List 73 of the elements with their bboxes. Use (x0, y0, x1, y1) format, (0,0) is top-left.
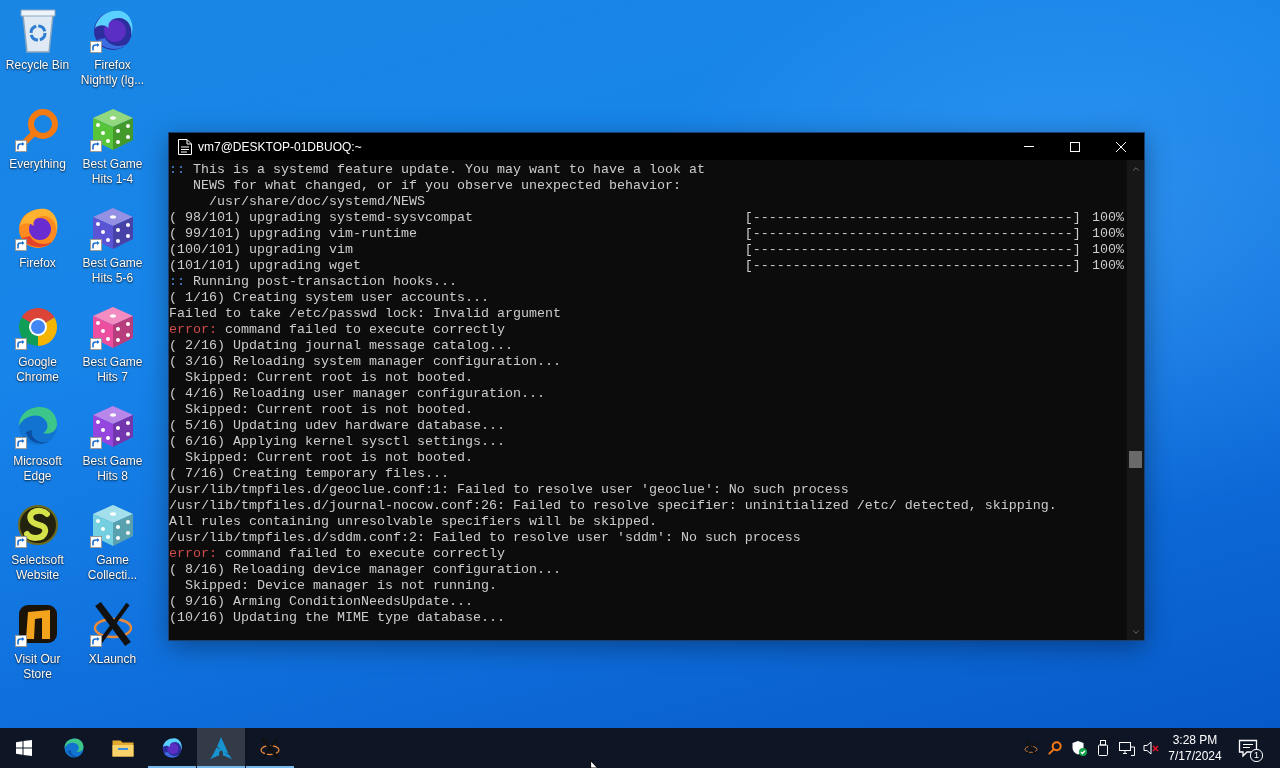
progress-text: [----------------------------------------] (744, 226, 1081, 242)
terminal-line: Skipped: Current root is not booted. (184, 450, 473, 466)
progress-percent: 100% (1091, 210, 1124, 226)
mouse-pointer-icon (590, 760, 600, 768)
terminal-line: ( 3/16) Reloading system manager configuration... (169, 354, 561, 370)
x-logo-icon (1023, 740, 1039, 756)
desktop-shortcut[interactable]: Best Game Hits 5-6 (75, 202, 150, 288)
terminal-line: Skipped: Current root is not booted. (184, 402, 473, 418)
terminal-line: ( 5/16) Updating udev hardware database... (169, 418, 505, 434)
terminal-line: /usr/lib/tmpfiles.d/sddm.conf:2: Failed to resolve user 'sddm': No such process (169, 530, 801, 546)
progress-percent: 100% (1091, 226, 1124, 242)
document-icon (178, 138, 192, 155)
terminal-line: /usr/lib/tmpfiles.d/geoclue.conf:1: Failed to resolve user 'geoclue': No such process (169, 482, 849, 498)
terminal-line: ( 8/16) Reloading device manager configuration... (169, 562, 561, 578)
terminal-line: ( 2/16) Updating journal message catalog... (169, 338, 513, 354)
desktop-shortcut[interactable]: Microsoft Edge (0, 400, 75, 486)
terminal-line: All rules containing unresolvable specifiers will be skipped. (169, 514, 657, 530)
terminal-line: ( 1/16) Creating system user accounts... (169, 290, 489, 306)
x-logo-icon (258, 736, 282, 760)
terminal-line: Skipped: Device manager is not running. (184, 578, 497, 594)
terminal-line: (100/101) upgrading vim (169, 242, 353, 258)
terminal-line: ( 6/16) Applying kernel sysctl settings... (169, 434, 505, 450)
desktop-shortcut[interactable]: Google Chrome (0, 301, 75, 387)
window-title: vm7@DESKTOP-01DBUOQ:~ (198, 139, 362, 154)
usb-drive-icon (1097, 740, 1109, 756)
terminal-line: ( 98/101) upgrading systemd-sysvcompat (169, 210, 473, 226)
progress-text: [----------------------------------------] (744, 242, 1081, 258)
windows-logo-icon (16, 740, 32, 756)
desktop-shortcut[interactable]: Best Game Hits 1-4 (75, 103, 150, 189)
terminal-line: /usr/lib/tmpfiles.d/journal-nocow.conf:26: Failed to resolve specifier: uninitialized /etc/ detected, skipping. (169, 498, 1057, 514)
terminal-line: NEWS for what changed, or if you observe unexpected behavior: (192, 178, 681, 194)
terminal-line: ( 7/16) Creating temporary files... (169, 466, 449, 482)
fox-globe-icon (160, 736, 184, 760)
notification-count-badge: 1 (1250, 749, 1263, 762)
desktop-shortcut[interactable]: Firefox Nightly (lg... (75, 4, 150, 90)
terminal-line: error: command failed to execute correctly (169, 546, 505, 562)
terminal-line: Skipped: Current root is not booted. (184, 370, 473, 386)
desktop-shortcut[interactable]: Visit Our Store (0, 598, 75, 684)
minimize-icon (1024, 146, 1034, 147)
triangle-logo-icon (209, 736, 233, 760)
terminal-line: :: Running post-transaction hooks... (169, 274, 457, 290)
taskbar-button[interactable] (197, 728, 245, 768)
terminal-line: (101/101) upgrading wget (169, 258, 361, 274)
swirl-icon (62, 736, 86, 760)
desktop-shortcut[interactable]: Game Collecti... (75, 499, 150, 585)
desktop-shortcut[interactable]: Best Game Hits 8 (75, 400, 150, 486)
close-icon (1116, 141, 1126, 152)
desktop-shortcut[interactable]: Best Game Hits 7 (75, 301, 150, 387)
terminal-line: Failed to take /etc/passwd lock: Invalid argument (169, 306, 561, 322)
progress-text: [----------------------------------------] (744, 258, 1081, 274)
terminal-line: (10/16) Updating the MIME type database... (169, 610, 505, 626)
progress-percent: 100% (1091, 258, 1124, 274)
progress-percent: 100% (1091, 242, 1124, 258)
clock-button[interactable]: 3:28 PM 7/17/2024 (1163, 728, 1227, 768)
progress-text: [----------------------------------------] (744, 210, 1081, 226)
magnifier-icon (1047, 740, 1063, 756)
terminal-line: ( 4/16) Reloading user manager configuration... (169, 386, 545, 402)
desktop-shortcut[interactable]: Selectsoft Website (0, 499, 75, 585)
terminal-line: ( 9/16) Arming ConditionNeedsUpdate... (169, 594, 473, 610)
scrollbar-thumb[interactable] (1129, 451, 1142, 468)
speech-bubble-icon (1238, 738, 1258, 758)
maximize-icon (1070, 141, 1080, 152)
network-icon (1119, 740, 1135, 756)
desktop-shortcut[interactable]: Everything (0, 103, 75, 174)
desktop-shortcut[interactable]: Recycle Bin (0, 4, 75, 75)
terminal-line: error: command failed to execute correctly (169, 322, 505, 338)
shield-icon (1071, 740, 1087, 756)
terminal-line: :: This is a systemd feature update. You may want to have a look at (169, 162, 705, 178)
terminal-line: /usr/share/doc/systemd/NEWS (208, 194, 425, 210)
desktop-shortcut[interactable]: Firefox (0, 202, 75, 273)
terminal-line: ( 99/101) upgrading vim-runtime (169, 226, 417, 242)
notifications-button[interactable]: 1 (1227, 728, 1269, 768)
desktop-shortcut[interactable]: XLaunch (75, 598, 150, 669)
